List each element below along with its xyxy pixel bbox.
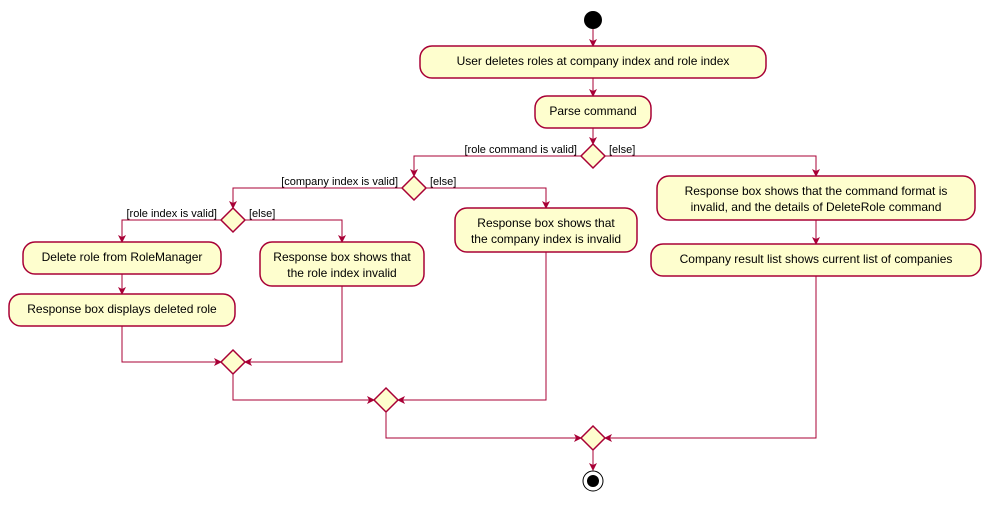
edge [122, 326, 221, 362]
action-label: Parse command [549, 104, 636, 118]
guard-label: [else] [249, 208, 275, 220]
edge [605, 156, 816, 176]
action-label: Company result list shows current list o… [680, 252, 953, 266]
edge [386, 412, 581, 438]
edge [245, 220, 342, 242]
edge [414, 156, 581, 176]
action-label: the company index is invalid [471, 232, 621, 246]
action-label: Response box shows that [273, 250, 411, 264]
action-label: User deletes roles at company index and … [457, 54, 730, 68]
merge-node [374, 388, 398, 412]
guard-label: [role command is valid] [465, 144, 578, 156]
guard-label: [else] [609, 144, 635, 156]
edge [245, 286, 342, 362]
edge [233, 188, 402, 208]
action-label: Delete role from RoleManager [42, 250, 203, 264]
decision-node [402, 176, 426, 200]
decision-node [221, 208, 245, 232]
action-label: Response box shows that the command form… [685, 184, 948, 198]
activity-diagram: User deletes roles at company index and … [0, 0, 986, 505]
guard-label: [else] [430, 176, 456, 188]
guard-label: [company index is valid] [281, 176, 398, 188]
action-label: invalid, and the details of DeleteRole c… [691, 200, 942, 214]
action-label: Response box displays deleted role [27, 302, 217, 316]
initial-node [584, 11, 602, 29]
guard-label: [role index is valid] [127, 208, 218, 220]
edge [605, 276, 816, 438]
edge [426, 188, 546, 208]
edge [122, 220, 221, 242]
action-label: Response box shows that [477, 216, 615, 230]
final-node-inner [587, 475, 599, 487]
merge-node [221, 350, 245, 374]
edge [233, 374, 374, 400]
merge-node [581, 426, 605, 450]
action-label: the role index invalid [287, 266, 396, 280]
decision-node [581, 144, 605, 168]
